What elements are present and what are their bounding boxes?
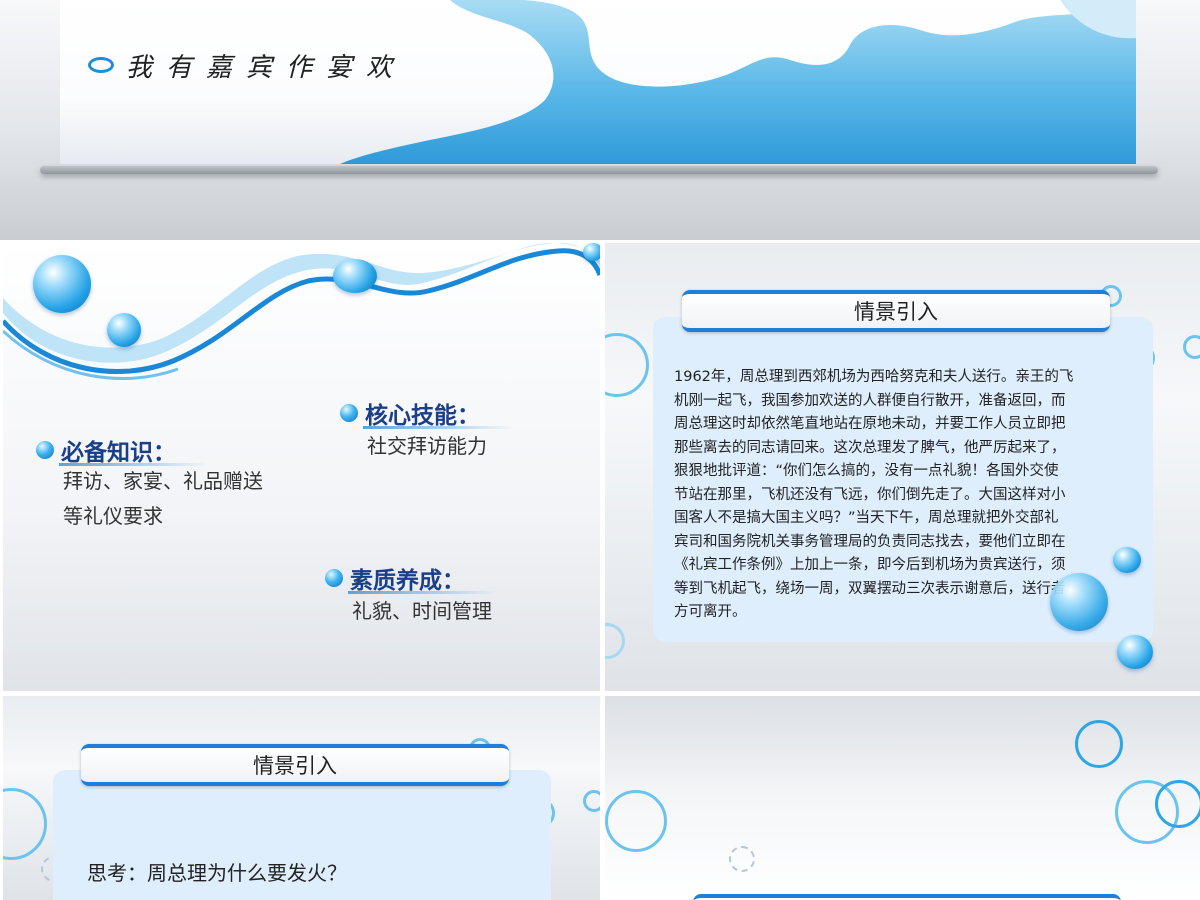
decor-ring <box>1075 720 1123 768</box>
decor-ring <box>1183 335 1200 359</box>
quality-line: 礼貌、时间管理 <box>352 599 492 623</box>
title-bar-partial <box>693 894 1121 900</box>
quality-body: 礼貌、时间管理 <box>352 594 492 629</box>
water-drop-icon <box>33 255 91 313</box>
blue-orb-bullet-icon <box>340 404 358 422</box>
story-line: 机刚一起飞，我国参加欢送的人群便自行散开，准备返回，而 <box>674 392 1066 409</box>
scenario-title: 情景引入 <box>253 754 337 778</box>
decor-ring <box>583 790 600 812</box>
knowledge-heading-text: 必备知识： <box>61 440 176 466</box>
story-line: 狠狠地批评道：“你们怎么搞的，没有一点礼貌！各国外交使 <box>674 463 1059 479</box>
skill-line: 社交拜访能力 <box>367 434 487 458</box>
outline-slide: 核心技能： 社交拜访能力 必备知识： 拜访、家宴、礼品赠送 等礼仪要求 素质养成… <box>3 243 600 691</box>
cover-title: 我有嘉宾作宴欢 <box>126 52 407 83</box>
story-line: 周总理这时却依然笔直地站在原地未动，并要工作人员立即把 <box>674 416 1066 432</box>
next-slide-partial <box>605 696 1200 900</box>
decor-ring <box>3 788 47 860</box>
skill-heading: 核心技能： <box>340 396 480 430</box>
story-line: 节站在那里，飞机还没有飞远，你们倒先走了。大国这样对小 <box>674 486 1066 503</box>
decor-ring <box>605 333 649 397</box>
story-line: 国客人不是搞大国主义吗？”当天下午，周总理就把外交部礼 <box>674 510 1059 526</box>
blue-orb-bullet-icon <box>325 569 343 587</box>
knowledge-line: 等礼仪要求 <box>63 504 163 528</box>
knowledge-line: 拜访、家宴、礼品赠送 <box>63 469 263 493</box>
scenario-slide-1: 情景引入 1962年，周总理到西郊机场为西哈努克和夫人送行。亲王的飞 机刚一起飞… <box>605 243 1200 691</box>
water-drop-icon <box>583 243 600 261</box>
water-drop-icon <box>1113 547 1141 573</box>
story-line: 宾司和国务院机关事务管理局的负责同志找去，要他们立即在 <box>674 533 1066 550</box>
decor-dashed-ring <box>729 846 755 872</box>
scenario-title: 情景引入 <box>854 300 938 324</box>
water-drop-icon <box>107 313 141 347</box>
cover-slide: 我有嘉宾作宴欢 <box>0 0 1200 240</box>
story-line: 1962年，周总理到西郊机场为西哈努克和夫人送行。亲王的飞 <box>674 369 1074 385</box>
think-question: 思考：周总理为什么要发火？ <box>87 861 347 885</box>
scenario-slide-2: 情景引入 思考：周总理为什么要发火？ <box>3 696 600 900</box>
circle-bullet-icon <box>88 57 114 73</box>
water-drop-icon <box>1117 635 1153 669</box>
wave-graphic <box>3 243 600 380</box>
blue-orb-bullet-icon <box>36 441 54 459</box>
quality-heading: 素质养成： <box>325 561 465 595</box>
cover-title-row: 我有嘉宾作宴欢 <box>88 50 406 83</box>
scenario-title-bar: 情景引入 <box>81 744 509 786</box>
quality-heading-text: 素质养成： <box>350 568 465 594</box>
skill-heading-text: 核心技能： <box>365 403 480 429</box>
decor-ring <box>605 623 625 659</box>
scenario-title-bar: 情景引入 <box>682 290 1110 332</box>
knowledge-heading: 必备知识： <box>36 433 176 467</box>
water-drop-icon <box>333 259 377 293</box>
knowledge-body: 拜访、家宴、礼品赠送 等礼仪要求 <box>63 464 263 534</box>
screen-shelf <box>40 166 1158 174</box>
story-line: 那些离去的同志请回来。这次总理发了脾气，他严厉起来了， <box>674 439 1066 456</box>
water-drop-icon <box>1050 573 1108 631</box>
skill-body: 社交拜访能力 <box>367 429 487 464</box>
decor-ring <box>605 790 667 852</box>
decor-ring <box>1155 780 1200 828</box>
